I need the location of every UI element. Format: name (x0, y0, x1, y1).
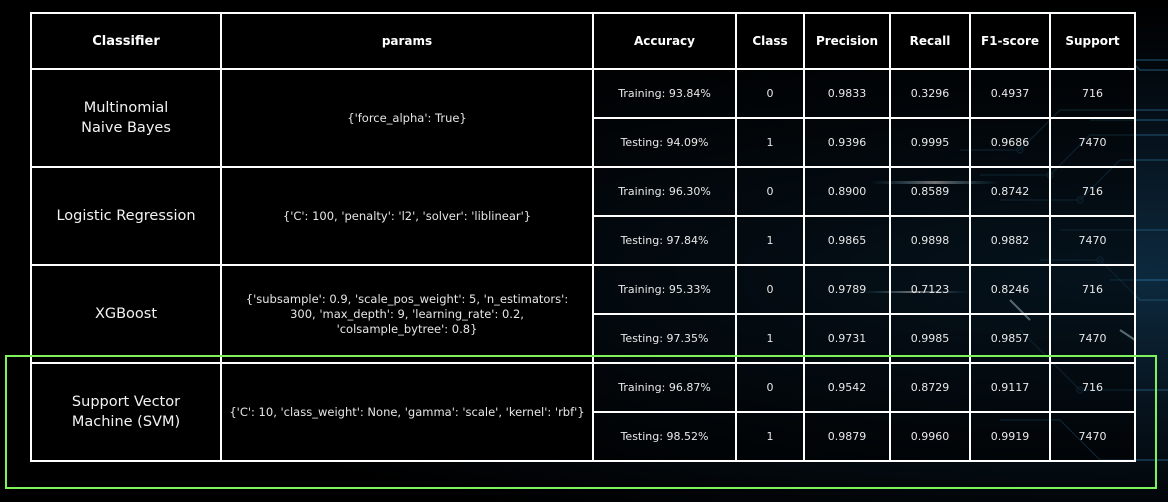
class-cell: 0 (735, 166, 805, 217)
support-cell: 7470 (1049, 117, 1136, 168)
table-row: Logistic Regression {'C': 100, 'penalty'… (30, 166, 1136, 266)
class-cell: 0 (735, 68, 805, 119)
class-cell: 1 (735, 411, 805, 462)
support-cell: 716 (1049, 362, 1136, 413)
classifier-name: XGBoost (30, 264, 222, 364)
f1-cell: 0.4937 (969, 68, 1051, 119)
recall-cell: 0.3296 (889, 68, 971, 119)
classifier-params: {'force_alpha': True} (220, 68, 594, 168)
header-recall: Recall (889, 12, 971, 70)
class-cell: 1 (735, 117, 805, 168)
precision-cell: 0.9865 (803, 215, 891, 266)
precision-cell: 0.9396 (803, 117, 891, 168)
support-cell: 7470 (1049, 313, 1136, 364)
header-support: Support (1049, 12, 1136, 70)
classifier-name: Logistic Regression (30, 166, 222, 266)
recall-cell: 0.8729 (889, 362, 971, 413)
classifier-params: {'C': 10, 'class_weight': None, 'gamma':… (220, 362, 594, 462)
precision-cell: 0.9731 (803, 313, 891, 364)
classifier-results-table: Classifier params Accuracy Class Precisi… (30, 12, 1136, 462)
class-cell: 0 (735, 362, 805, 413)
recall-cell: 0.8589 (889, 166, 971, 217)
precision-cell: 0.9789 (803, 264, 891, 315)
support-cell: 7470 (1049, 215, 1136, 266)
header-params: params (220, 12, 594, 70)
class-cell: 1 (735, 313, 805, 364)
table-row: XGBoost {'subsample': 0.9, 'scale_pos_we… (30, 264, 1136, 364)
class-cell: 0 (735, 264, 805, 315)
recall-cell: 0.9995 (889, 117, 971, 168)
header-accuracy: Accuracy (592, 12, 737, 70)
accuracy-cell: Training: 96.87% (592, 362, 737, 413)
results-table-container: Classifier params Accuracy Class Precisi… (30, 12, 1136, 462)
table-row: Support Vector Machine (SVM) {'C': 10, '… (30, 362, 1136, 462)
header-row: Classifier params Accuracy Class Precisi… (30, 12, 1136, 70)
class-cell: 1 (735, 215, 805, 266)
accuracy-cell: Training: 95.33% (592, 264, 737, 315)
recall-cell: 0.9985 (889, 313, 971, 364)
table-row: Multinomial Naive Bayes {'force_alpha': … (30, 68, 1136, 168)
accuracy-cell: Testing: 98.52% (592, 411, 737, 462)
f1-cell: 0.9882 (969, 215, 1051, 266)
classifier-name: Multinomial Naive Bayes (30, 68, 222, 168)
f1-cell: 0.9686 (969, 117, 1051, 168)
accuracy-cell: Testing: 97.84% (592, 215, 737, 266)
recall-cell: 0.7123 (889, 264, 971, 315)
accuracy-cell: Testing: 97.35% (592, 313, 737, 364)
precision-cell: 0.9542 (803, 362, 891, 413)
support-cell: 716 (1049, 166, 1136, 217)
classifier-params: {'subsample': 0.9, 'scale_pos_weight': 5… (220, 264, 594, 364)
support-cell: 716 (1049, 264, 1136, 315)
accuracy-cell: Training: 93.84% (592, 68, 737, 119)
support-cell: 7470 (1049, 411, 1136, 462)
support-cell: 716 (1049, 68, 1136, 119)
header-precision: Precision (803, 12, 891, 70)
classifier-params: {'C': 100, 'penalty': 'l2', 'solver': 'l… (220, 166, 594, 266)
precision-cell: 0.9833 (803, 68, 891, 119)
header-classifier: Classifier (30, 12, 222, 70)
recall-cell: 0.9898 (889, 215, 971, 266)
f1-cell: 0.9919 (969, 411, 1051, 462)
classifier-name: Support Vector Machine (SVM) (30, 362, 222, 462)
header-class: Class (735, 12, 805, 70)
header-f1-score: F1-score (969, 12, 1051, 70)
f1-cell: 0.9857 (969, 313, 1051, 364)
f1-cell: 0.9117 (969, 362, 1051, 413)
recall-cell: 0.9960 (889, 411, 971, 462)
precision-cell: 0.8900 (803, 166, 891, 217)
accuracy-cell: Training: 96.30% (592, 166, 737, 217)
f1-cell: 0.8742 (969, 166, 1051, 217)
f1-cell: 0.8246 (969, 264, 1051, 315)
accuracy-cell: Testing: 94.09% (592, 117, 737, 168)
precision-cell: 0.9879 (803, 411, 891, 462)
